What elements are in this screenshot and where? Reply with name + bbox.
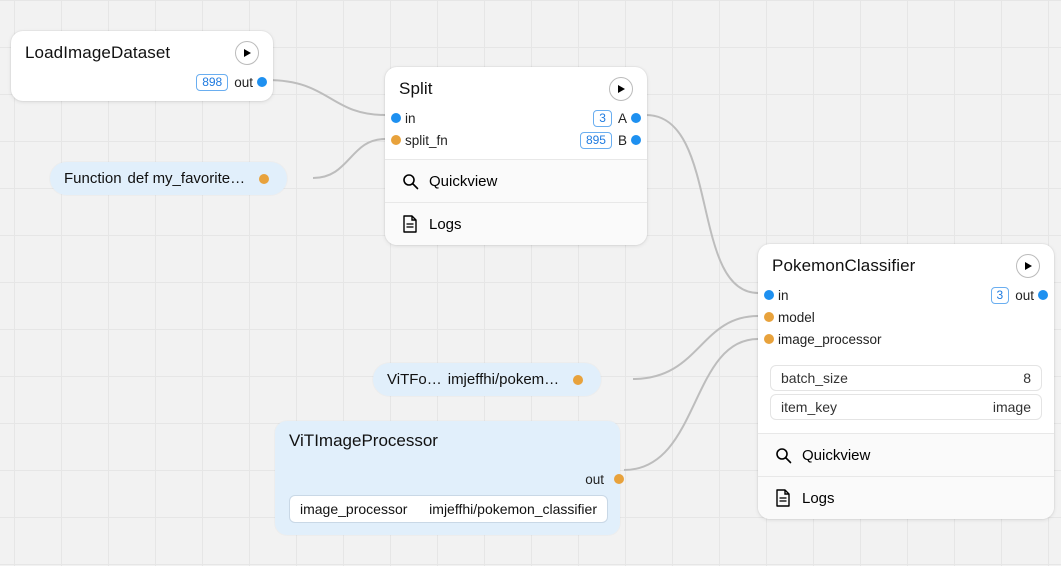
pill-type: Function [64, 170, 122, 187]
port-label: B [618, 133, 627, 148]
port-count-badge: 3 [593, 110, 612, 127]
quickview-label: Quickview [802, 447, 870, 464]
port-count-badge: 3 [991, 287, 1010, 304]
port-label: in [778, 288, 789, 303]
pill-vitfo[interactable]: ViTFo… imjeffhi/pokem… [373, 363, 601, 396]
param-item-key[interactable]: item_key image [770, 394, 1042, 420]
port-dot[interactable] [631, 135, 641, 145]
node-title: LoadImageDataset [25, 43, 170, 63]
port-label: out [234, 75, 253, 90]
pill-text: imjeffhi/pokem… [448, 371, 559, 388]
quickview-button[interactable]: Quickview [758, 434, 1054, 476]
param-value: imjeffhi/pokemon_classifier [429, 501, 597, 517]
quickview-label: Quickview [429, 173, 497, 190]
play-icon [242, 48, 252, 58]
param-key: batch_size [781, 370, 848, 386]
port-label: model [778, 310, 815, 325]
port-dot[interactable] [614, 474, 624, 484]
port-split-fn[interactable]: split_fn [397, 129, 448, 151]
param-batch-size[interactable]: batch_size 8 [770, 365, 1042, 391]
port-out[interactable]: 898 out [23, 71, 261, 93]
port-dot[interactable] [573, 375, 583, 385]
port-count-badge: 895 [580, 132, 612, 149]
node-pokemonclassifier[interactable]: PokemonClassifier in model image_process… [758, 244, 1054, 519]
port-dot[interactable] [1038, 290, 1048, 300]
port-label: image_processor [778, 332, 882, 347]
port-count-badge: 898 [196, 74, 228, 91]
pill-function[interactable]: Function def my_favorite… [50, 162, 287, 195]
node-title: ViTImageProcessor [289, 431, 608, 451]
logs-label: Logs [429, 216, 462, 233]
quickview-button[interactable]: Quickview [385, 160, 647, 202]
file-icon [401, 215, 419, 233]
port-label: in [405, 111, 416, 126]
param-key: image_processor [300, 501, 407, 517]
param-image-processor[interactable]: image_processor imjeffhi/pokemon_classif… [289, 495, 608, 523]
port-dot[interactable] [391, 135, 401, 145]
port-dot[interactable] [631, 113, 641, 123]
run-button[interactable] [235, 41, 259, 65]
param-value: image [993, 399, 1031, 415]
port-b[interactable]: 895 B [580, 129, 635, 151]
logs-button[interactable]: Logs [385, 203, 647, 245]
node-split[interactable]: Split in split_fn 3 A [385, 67, 647, 245]
port-label: A [618, 111, 627, 126]
port-dot[interactable] [259, 174, 269, 184]
port-dot[interactable] [764, 312, 774, 322]
port-label: split_fn [405, 133, 448, 148]
port-in[interactable]: in [770, 284, 882, 306]
port-out[interactable]: 3 out [991, 284, 1042, 306]
param-key: item_key [781, 399, 837, 415]
port-dot[interactable] [391, 113, 401, 123]
param-value: 8 [1023, 370, 1031, 386]
node-vitimageprocessor[interactable]: ViTImageProcessor out image_processor im… [275, 421, 620, 535]
run-button[interactable] [609, 77, 633, 101]
pill-type: ViTFo… [387, 371, 442, 388]
node-canvas[interactable]: { "nodes": { "loadImage": { "title": "Lo… [0, 0, 1061, 566]
port-a[interactable]: 3 A [580, 107, 635, 129]
file-icon [774, 489, 792, 507]
port-label: out [585, 472, 604, 487]
search-icon [401, 172, 419, 190]
node-title: Split [399, 79, 433, 99]
port-out[interactable]: out [289, 469, 608, 489]
logs-button[interactable]: Logs [758, 477, 1054, 519]
play-icon [616, 84, 626, 94]
port-label: out [1015, 288, 1034, 303]
node-title: PokemonClassifier [772, 256, 915, 276]
port-in[interactable]: in [397, 107, 448, 129]
play-icon [1023, 261, 1033, 271]
port-model[interactable]: model [770, 306, 882, 328]
pill-text: def my_favorite… [128, 170, 246, 187]
port-dot[interactable] [764, 334, 774, 344]
run-button[interactable] [1016, 254, 1040, 278]
port-image-processor[interactable]: image_processor [770, 328, 882, 350]
logs-label: Logs [802, 490, 835, 507]
port-dot[interactable] [764, 290, 774, 300]
search-icon [774, 446, 792, 464]
node-loadimagedataset[interactable]: LoadImageDataset 898 out [11, 31, 273, 101]
port-dot[interactable] [257, 77, 267, 87]
